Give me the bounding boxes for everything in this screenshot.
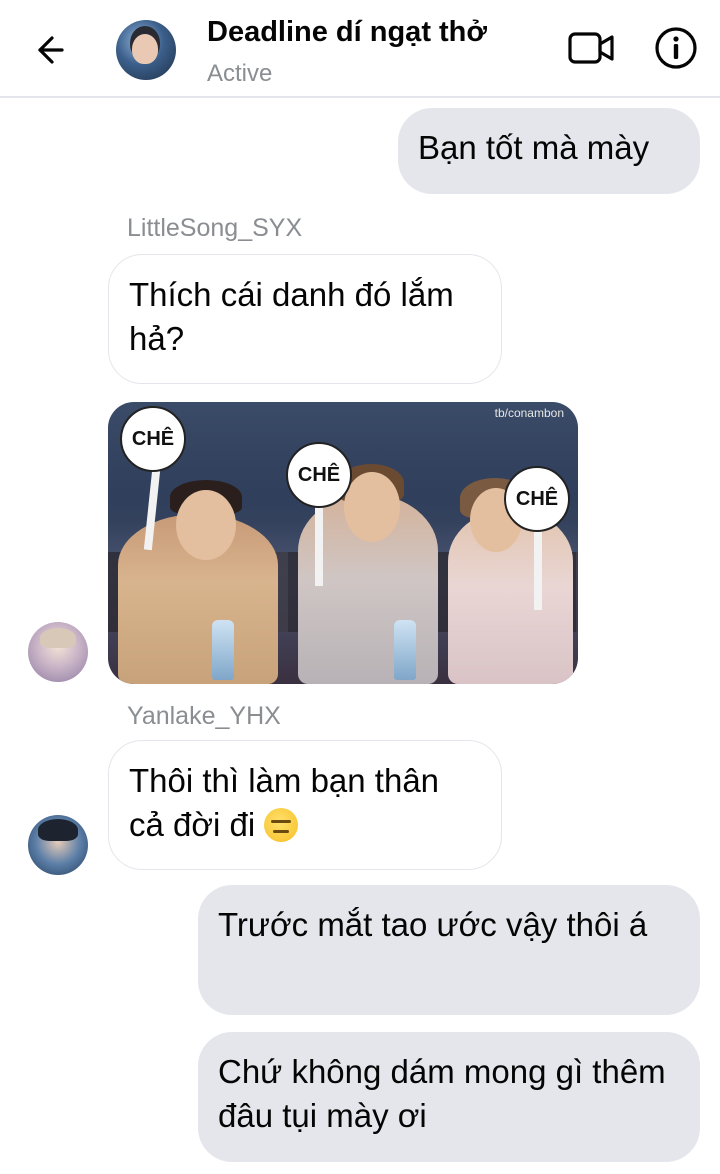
photo-bottle — [212, 620, 234, 680]
video-camera-icon — [568, 32, 614, 64]
sender-avatar[interactable] — [28, 622, 88, 682]
expressionless-face-icon — [264, 808, 299, 842]
outgoing-message[interactable]: Chứ không dám mong gì thêm đâu tụi mày ơ… — [198, 1032, 700, 1162]
back-button[interactable] — [26, 28, 70, 72]
incoming-message[interactable]: Thích cái danh đó lắm hả? — [108, 254, 502, 384]
outgoing-message[interactable]: Bạn tốt mà mày — [398, 108, 700, 194]
image-message[interactable]: tb/conambon CHÊ CHÊ CHÊ — [108, 402, 578, 684]
chat-title[interactable]: Deadline dí ngạt thở — [207, 16, 487, 49]
message-text: Bạn tốt mà mày — [418, 129, 650, 166]
photo-sign: CHÊ — [504, 466, 570, 532]
message-text: Chứ không dám mong gì thêm đâu tụi mày ơ… — [218, 1053, 666, 1134]
info-icon — [655, 27, 697, 69]
chat-header: Deadline dí ngạt thở Active — [0, 0, 720, 98]
outgoing-message[interactable]: Trước mắt tao ước vậy thôi á — [198, 885, 700, 1015]
photo-sign: CHÊ — [286, 442, 352, 508]
info-button[interactable] — [652, 24, 700, 72]
message-text: Trước mắt tao ước vậy thôi á — [218, 906, 648, 943]
video-call-button[interactable] — [566, 28, 616, 68]
photo-bottle — [394, 620, 416, 680]
message-text: Thích cái danh đó lắm hả? — [129, 276, 454, 357]
incoming-message[interactable]: Thôi thì làm bạn thân cả đời đi — [108, 740, 502, 870]
sign-stick — [315, 506, 323, 586]
active-status: Active — [207, 60, 273, 87]
sign-stick — [534, 530, 542, 610]
sender-name: Yanlake_YHX — [127, 702, 281, 730]
photo-face — [344, 472, 400, 542]
photo-watermark: tb/conambon — [494, 406, 564, 420]
arrow-left-icon — [38, 36, 64, 64]
chat-avatar[interactable] — [116, 20, 176, 80]
sender-name: LittleSong_SYX — [127, 214, 303, 242]
photo-sign: CHÊ — [120, 406, 186, 472]
sender-avatar[interactable] — [28, 815, 88, 875]
photo-face — [176, 490, 236, 560]
